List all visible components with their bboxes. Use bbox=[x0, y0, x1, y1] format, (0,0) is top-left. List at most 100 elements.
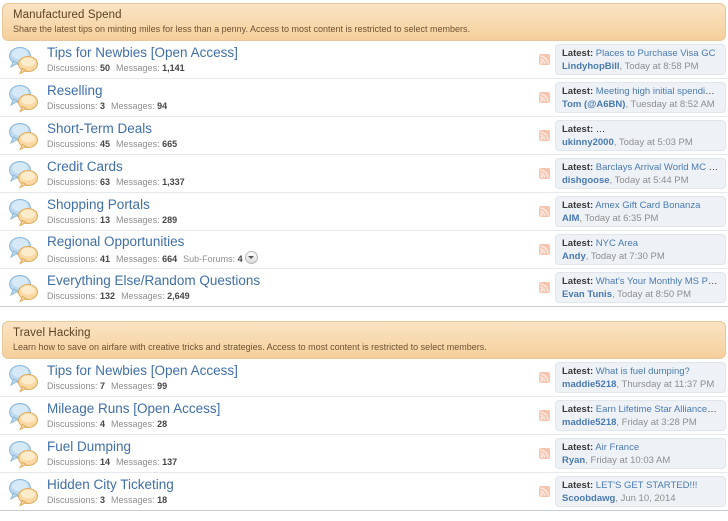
discussions-stat: Discussions: 4 bbox=[47, 419, 105, 429]
latest-post-time: , Tuesday at 8:52 AM bbox=[625, 99, 715, 110]
forum-row[interactable]: Shopping Portals Discussions: 13 Messages… bbox=[0, 193, 728, 231]
latest-post-title-line: Latest: Meeting high initial spending fo… bbox=[562, 86, 719, 98]
latest-post-author-line: ukinny2000, Today at 5:03 PM bbox=[562, 137, 719, 149]
latest-post-author-link[interactable]: maddie5218 bbox=[562, 417, 616, 428]
latest-post-author-link[interactable]: AIM bbox=[562, 213, 579, 224]
latest-post-title-link[interactable]: LET'S GET STARTED!!! bbox=[596, 480, 698, 491]
latest-post-author-link[interactable]: Andy bbox=[562, 251, 586, 262]
forum-row[interactable]: Regional Opportunities Discussions: 41 Me… bbox=[0, 231, 728, 269]
discussions-stat: Discussions: 45 bbox=[47, 139, 110, 149]
discussions-stat: Discussions: 7 bbox=[47, 381, 105, 391]
rss-feed-icon[interactable] bbox=[539, 130, 550, 141]
latest-post-title-link[interactable]: Barclays Arrival World MC Credit L... bbox=[596, 162, 719, 173]
latest-post-author-link[interactable]: Evan Tunis bbox=[562, 289, 612, 300]
latest-post-time: , Today at 7:30 PM bbox=[585, 251, 665, 262]
speech-bubbles-icon bbox=[7, 273, 41, 303]
forum-row[interactable]: Mileage Runs [Open Access] Discussions: … bbox=[0, 397, 728, 435]
forum-stats: Discussions: 132 Messages: 2,649 bbox=[47, 290, 536, 302]
latest-post-title-line: Latest: LET'S GET STARTED!!! bbox=[562, 480, 719, 492]
latest-post-author-link[interactable]: Tom (@A6BN) bbox=[562, 99, 625, 110]
forum-row[interactable]: Hidden City Ticketing Discussions: 3 Mess… bbox=[0, 473, 728, 511]
rss-feed-icon[interactable] bbox=[539, 448, 550, 459]
latest-post-time: , Today at 8:58 PM bbox=[619, 61, 699, 72]
latest-label: Latest: bbox=[562, 86, 594, 97]
forum-title-link[interactable]: Mileage Runs [Open Access] bbox=[47, 401, 536, 417]
messages-label: Messages: bbox=[111, 381, 155, 391]
rss-feed-icon[interactable] bbox=[539, 282, 550, 293]
latest-post-author-link[interactable]: LindyhopBill bbox=[562, 61, 620, 72]
latest-label: Latest: bbox=[562, 48, 594, 59]
speech-bubbles-icon bbox=[7, 439, 41, 469]
latest-post-author-line: AIM, Today at 6:35 PM bbox=[562, 213, 719, 225]
latest-post-author-link[interactable]: ukinny2000 bbox=[562, 137, 614, 148]
subforums-stat: Sub-Forums: 4 bbox=[183, 251, 258, 264]
rss-feed-icon[interactable] bbox=[539, 168, 550, 179]
forum-title-link[interactable]: Tips for Newbies [Open Access] bbox=[47, 363, 536, 379]
latest-post-title-link[interactable] bbox=[595, 124, 719, 133]
latest-post-box: Latest: Places to Purchase Visa GC Lindy… bbox=[555, 44, 726, 75]
latest-post-title-link[interactable]: Air France bbox=[595, 442, 639, 453]
latest-post-time: , Today at 8:50 PM bbox=[611, 289, 692, 300]
forum-title-link[interactable]: Fuel Dumping bbox=[47, 439, 536, 455]
latest-post-author-link[interactable]: Ryan bbox=[562, 455, 585, 466]
forum-stats: Discussions: 13 Messages: 289 bbox=[47, 214, 536, 226]
forum-title-link[interactable]: Everything Else/Random Questions bbox=[47, 273, 536, 289]
messages-count: 99 bbox=[157, 381, 168, 391]
latest-post-title-link[interactable]: Meeting high initial spending for ... bbox=[596, 86, 719, 97]
forum-info: Everything Else/Random Questions Discuss… bbox=[45, 273, 536, 302]
messages-stat: Messages: 2,649 bbox=[121, 291, 190, 301]
latest-post-title-link[interactable]: What is fuel dumping? bbox=[596, 366, 690, 377]
forum-section: Travel Hacking Learn how to save on airf… bbox=[0, 321, 728, 511]
forum-stats: Discussions: 4 Messages: 28 bbox=[47, 418, 536, 430]
latest-post-author-link[interactable]: maddie5218 bbox=[562, 379, 616, 390]
forum-title-link[interactable]: Reselling bbox=[47, 83, 536, 99]
forum-info: Fuel Dumping Discussions: 14 Messages: 13… bbox=[45, 439, 536, 468]
forum-row[interactable]: Short-Term Deals Discussions: 45 Messages… bbox=[0, 117, 728, 155]
messages-label: Messages: bbox=[111, 495, 155, 505]
latest-post-title-link[interactable]: NYC Area bbox=[596, 238, 638, 249]
rss-feed-icon[interactable] bbox=[539, 54, 550, 65]
rss-feed-icon[interactable] bbox=[539, 410, 550, 421]
forum-row[interactable]: Everything Else/Random Questions Discuss… bbox=[0, 269, 728, 307]
forum-row[interactable]: Tips for Newbies [Open Access] Discussio… bbox=[0, 41, 728, 79]
messages-label: Messages: bbox=[116, 215, 160, 225]
forum-title-link[interactable]: Credit Cards bbox=[47, 159, 536, 175]
latest-post-title-link[interactable]: Earn Lifetime Star Alliance Gold S... bbox=[596, 404, 719, 415]
discussions-count: 4 bbox=[100, 419, 106, 429]
forum-row[interactable]: Reselling Discussions: 3 Messages: 94 Lat… bbox=[0, 79, 728, 117]
rss-feed-icon[interactable] bbox=[539, 206, 550, 217]
forum-category-listing: Manufactured Spend Share the latest tips… bbox=[0, 3, 728, 511]
latest-post-box: Latest: NYC Area Andy, Today at 7:30 PM bbox=[555, 234, 726, 265]
forum-title-link[interactable]: Shopping Portals bbox=[47, 197, 536, 213]
forum-row[interactable]: Fuel Dumping Discussions: 14 Messages: 13… bbox=[0, 435, 728, 473]
messages-label: Messages: bbox=[116, 177, 160, 187]
forum-info: Reselling Discussions: 3 Messages: 94 bbox=[45, 83, 536, 112]
forum-title-link[interactable]: Regional Opportunities bbox=[47, 234, 536, 250]
forum-info: Short-Term Deals Discussions: 45 Messages… bbox=[45, 121, 536, 150]
forum-row[interactable]: Tips for Newbies [Open Access] Discussio… bbox=[0, 359, 728, 397]
forum-info: Mileage Runs [Open Access] Discussions: … bbox=[45, 401, 536, 430]
messages-count: 137 bbox=[162, 457, 178, 467]
rss-feed-icon[interactable] bbox=[539, 372, 550, 383]
rss-feed-icon[interactable] bbox=[539, 486, 550, 497]
rss-feed-icon[interactable] bbox=[539, 92, 550, 103]
messages-stat: Messages: 99 bbox=[111, 381, 167, 391]
rss-feed-icon[interactable] bbox=[539, 244, 550, 255]
forum-title-link[interactable]: Short-Term Deals bbox=[47, 121, 536, 137]
latest-post-box: Latest: Meeting high initial spending fo… bbox=[555, 82, 726, 113]
latest-post-title-link[interactable]: Places to Purchase Visa GC bbox=[596, 48, 716, 59]
latest-post-title-link[interactable]: Amex Gift Card Bonanza bbox=[595, 200, 700, 211]
forum-title-link[interactable]: Hidden City Ticketing bbox=[47, 477, 536, 493]
discussions-label: Discussions: bbox=[47, 495, 98, 505]
chevron-down-icon[interactable] bbox=[244, 251, 258, 264]
messages-stat: Messages: 137 bbox=[116, 457, 177, 467]
latest-post-author-link[interactable]: Scoobdawg bbox=[562, 493, 615, 504]
latest-post-cell: Latest: What's Your Monthly MS Pull? Eva… bbox=[536, 272, 728, 303]
latest-post-title-link[interactable]: What's Your Monthly MS Pull? bbox=[596, 276, 719, 287]
latest-post-author-link[interactable]: dishgoose bbox=[562, 175, 610, 186]
discussions-stat: Discussions: 50 bbox=[47, 63, 110, 73]
forum-title-link[interactable]: Tips for Newbies [Open Access] bbox=[47, 45, 536, 61]
latest-post-box: Latest: Amex Gift Card Bonanza AIM, Toda… bbox=[555, 196, 726, 227]
speech-bubbles-icon bbox=[7, 477, 41, 507]
forum-row[interactable]: Credit Cards Discussions: 63 Messages: 1,… bbox=[0, 155, 728, 193]
